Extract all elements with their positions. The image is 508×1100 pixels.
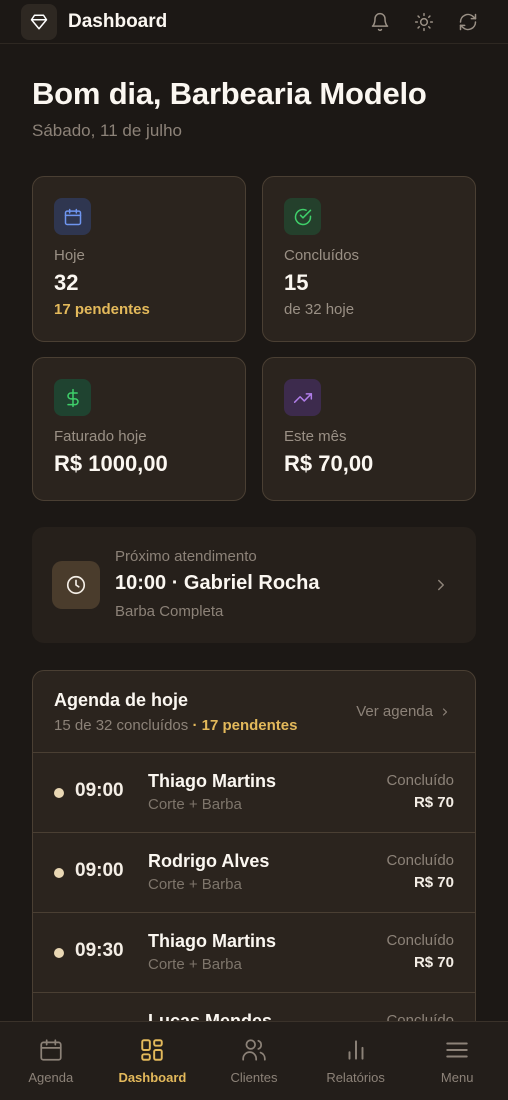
nav-label: Relatórios [326, 1070, 385, 1085]
stat-value: 32 [54, 270, 79, 295]
view-agenda-link[interactable]: Ver agenda [356, 703, 451, 720]
clock-icon [52, 561, 100, 609]
stat-sub: de 32 hoje [284, 301, 355, 318]
appointment-status: Concluído [386, 932, 454, 949]
next-appointment-service: Barba Completa [115, 603, 224, 620]
appointment-price: R$ 70 [413, 794, 454, 811]
diamond-icon [30, 14, 48, 29]
stat-value: 15 [284, 270, 309, 295]
agenda-row[interactable]: 09:00 Thiago Martins Corte + Barba Concl… [33, 753, 475, 833]
service-name: Corte + Barba [148, 956, 242, 973]
status-dot [54, 948, 64, 958]
stat-card-completed[interactable]: Concluídos 15 de 32 hoje [262, 176, 476, 342]
agenda-completed-count: 15 de 32 concluídos [54, 717, 189, 734]
appointment-price: R$ 70 [413, 954, 454, 971]
stat-sub: 17 pendentes [54, 301, 150, 318]
agenda-row[interactable]: 09:30 Thiago Martins Corte + Barba Concl… [33, 913, 475, 993]
stat-value: R$ 1000,00 [54, 451, 168, 476]
check-circle-icon [284, 198, 321, 235]
service-name: Corte + Barba [148, 876, 242, 893]
nav-item-menu[interactable]: Menu [406, 1022, 508, 1100]
nav-label: Dashboard [118, 1070, 187, 1085]
app-title: Dashboard [68, 10, 168, 32]
top-bar: Dashboard [0, 0, 508, 44]
agenda-header: Agenda de hoje 15 de 32 concluídos · 17 … [33, 671, 475, 753]
nav-item-clientes[interactable]: Clientes [203, 1022, 305, 1100]
chevron-right-icon [438, 579, 444, 591]
chevron-right-icon [442, 707, 448, 716]
logo[interactable] [21, 3, 57, 40]
stat-label: Faturado hoje [54, 428, 147, 445]
bar-chart-icon [348, 1040, 364, 1060]
appointment-time: 09:00 [75, 860, 124, 881]
menu-icon [446, 1042, 468, 1058]
stat-card-month[interactable]: Este mês R$ 70,00 [262, 357, 476, 501]
grid-icon [141, 1039, 164, 1061]
notifications-button[interactable] [358, 7, 402, 37]
calendar-icon [40, 1039, 62, 1061]
status-dot [54, 868, 64, 878]
nav-label: Agenda [28, 1070, 74, 1085]
refresh-icon [459, 13, 477, 31]
stat-card-today[interactable]: Hoje 32 17 pendentes [32, 176, 246, 342]
bell-icon [371, 12, 389, 32]
agenda-title: Agenda de hoje [54, 690, 189, 710]
appointment-time: 09:30 [75, 940, 124, 961]
refresh-button[interactable] [446, 7, 490, 37]
calendar-icon [54, 198, 91, 235]
current-date: Sábado, 11 de julho [32, 121, 182, 140]
agenda-pending-count: · 17 pendentes [192, 717, 298, 734]
status-dot [54, 788, 64, 798]
service-name: Corte + Barba [148, 796, 242, 813]
client-name: Thiago Martins [148, 771, 277, 791]
next-appointment-card[interactable]: Próximo atendimento 10:00 · Gabriel Roch… [32, 527, 476, 643]
theme-toggle-button[interactable] [402, 7, 446, 37]
stat-label: Este mês [284, 428, 347, 445]
client-name: Rodrigo Alves [148, 851, 270, 871]
appointment-status: Concluído [386, 772, 454, 789]
nav-item-agenda[interactable]: Agenda [0, 1022, 102, 1100]
agenda-summary: 15 de 32 concluídos · 17 pendentes [54, 717, 297, 734]
view-agenda-label: Ver agenda [356, 703, 433, 720]
agenda-row[interactable]: 09:00 Rodrigo Alves Corte + Barba Conclu… [33, 833, 475, 913]
greeting-title: Bom dia, Barbearia Modelo [32, 76, 427, 111]
dollar-icon [54, 379, 91, 416]
trending-up-icon [284, 379, 321, 416]
stat-card-revenue-today[interactable]: Faturado hoje R$ 1000,00 [32, 357, 246, 501]
next-appointment-title: 10:00 · Gabriel Rocha [115, 572, 320, 594]
nav-item-relatorios[interactable]: Relatórios [305, 1022, 407, 1100]
appointment-price: R$ 70 [413, 874, 454, 891]
users-icon [242, 1039, 266, 1061]
appointment-time: 09:00 [75, 780, 124, 801]
stat-value: R$ 70,00 [284, 451, 374, 476]
bottom-navigation: Agenda Dashboard Clientes Relatórios Men… [0, 1021, 508, 1100]
nav-label: Menu [440, 1070, 474, 1085]
sun-icon [414, 12, 434, 32]
next-appointment-label: Próximo atendimento [115, 548, 257, 565]
appointment-status: Concluído [386, 852, 454, 869]
client-name: Thiago Martins [148, 931, 277, 951]
nav-label: Clientes [230, 1070, 278, 1085]
stat-label: Hoje [54, 247, 85, 264]
stat-label: Concluídos [284, 247, 360, 264]
nav-item-dashboard[interactable]: Dashboard [102, 1022, 204, 1100]
